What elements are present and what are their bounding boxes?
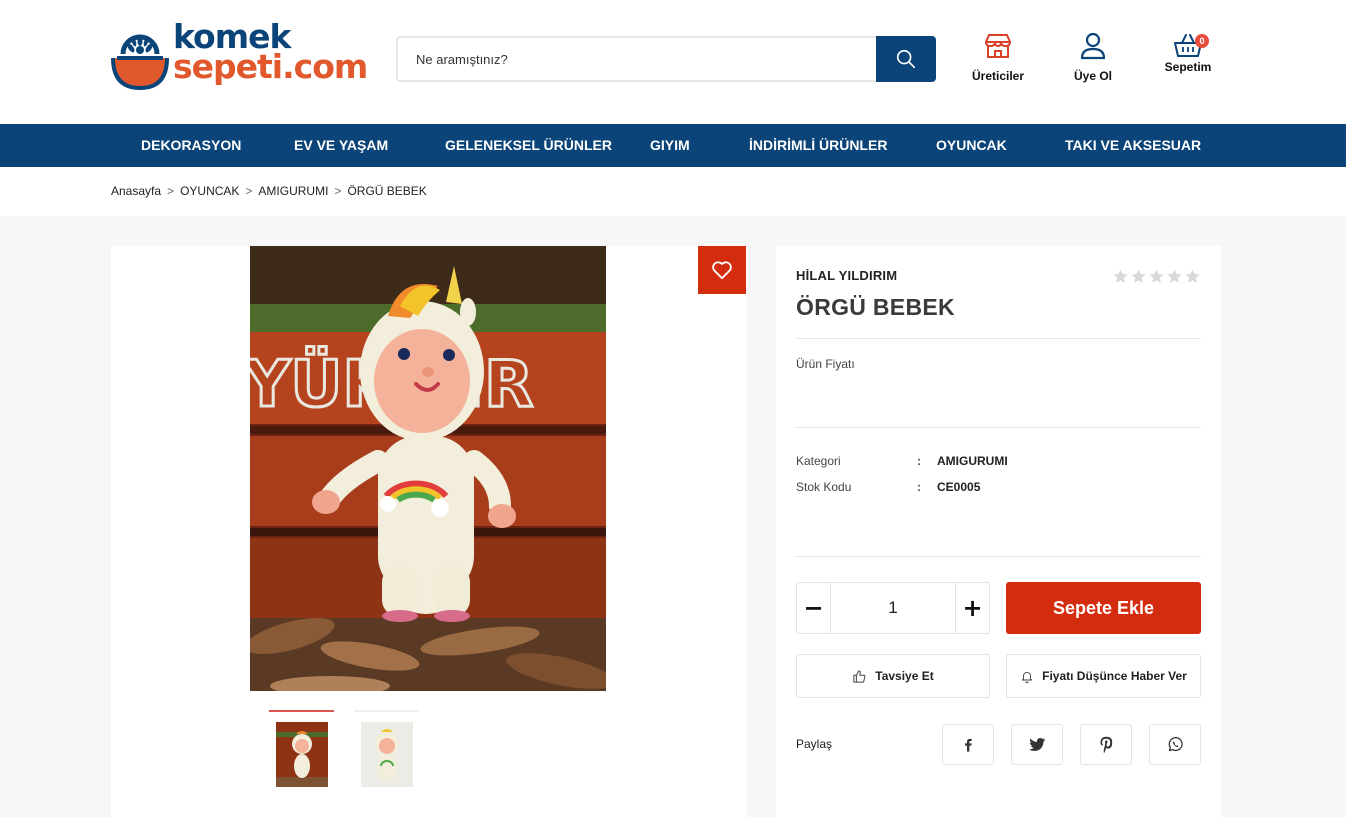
nav-item-geleneksel-urunler[interactable]: GELENEKSEL ÜRÜNLER xyxy=(445,124,612,167)
rating-stars[interactable] xyxy=(1112,268,1202,286)
doll-photo: YÜKS İR xyxy=(250,246,606,691)
price-label: Ürün Fiyatı xyxy=(796,357,855,371)
search-icon xyxy=(896,49,916,69)
sku-colon: : xyxy=(917,480,921,494)
star-icon xyxy=(1149,269,1164,283)
search-button[interactable] xyxy=(876,36,936,82)
signup-link[interactable]: Üye Ol xyxy=(1068,32,1118,83)
share-facebook-button[interactable] xyxy=(942,724,994,765)
divider xyxy=(796,427,1201,428)
cart-link[interactable]: 0 Sepetim xyxy=(1160,32,1216,74)
site-header: komek sepeti.com Üreticiler Üye Ol xyxy=(0,0,1346,124)
thumbnail-1-image xyxy=(276,722,328,787)
quantity-stepper: − + xyxy=(796,582,990,634)
twitter-icon xyxy=(1028,737,1046,751)
nav-item-dekorasyon[interactable]: DEKORASYON xyxy=(141,124,241,167)
nav-item-indirimli-urunler[interactable]: İNDİRİMLİ ÜRÜNLER xyxy=(749,124,887,167)
share-twitter-button[interactable] xyxy=(1011,724,1063,765)
divider xyxy=(796,338,1201,339)
logo-wordmark: komek sepeti.com xyxy=(173,20,368,86)
breadcrumb-separator: > xyxy=(245,184,253,198)
nav-item-taki-ve-aksesuar[interactable]: TAKI VE AKSESUAR xyxy=(1065,124,1201,167)
recommend-button[interactable]: Tavsiye Et xyxy=(796,654,990,698)
quantity-decrease-button[interactable]: − xyxy=(797,583,831,633)
star-icon xyxy=(1167,269,1182,283)
recommend-label: Tavsiye Et xyxy=(875,669,934,683)
share-label: Paylaş xyxy=(796,737,833,751)
main-navigation: DEKORASYON EV VE YAŞAM GELENEKSEL ÜRÜNLE… xyxy=(0,124,1346,167)
product-main-image[interactable]: YÜKS İR xyxy=(250,246,606,691)
site-logo[interactable]: komek sepeti.com xyxy=(111,20,368,94)
cart-count-badge: 0 xyxy=(1195,34,1209,48)
price-alert-label: Fiyatı Düşünce Haber Ver xyxy=(1042,669,1187,683)
category-label: Kategori xyxy=(796,454,841,468)
whatsapp-icon xyxy=(1168,737,1183,752)
product-title: ÖRGÜ BEBEK xyxy=(796,294,955,320)
breadcrumb-separator: > xyxy=(167,184,175,198)
breadcrumb-oyuncak[interactable]: OYUNCAK xyxy=(180,184,239,198)
pinterest-icon xyxy=(1100,736,1112,753)
search-bar xyxy=(396,36,936,82)
facebook-icon xyxy=(965,738,972,752)
seller-name[interactable]: HİLAL YILDIRIM xyxy=(796,268,897,283)
divider xyxy=(796,556,1201,557)
product-gallery: YÜKS İR xyxy=(111,246,746,817)
cart-icon-wrap: 0 xyxy=(1173,32,1209,58)
star-icon xyxy=(1113,269,1128,283)
breadcrumb-home[interactable]: Anasayfa xyxy=(111,184,161,198)
add-to-favorites-button[interactable] xyxy=(698,246,746,294)
price-alert-button[interactable]: Fiyatı Düşünce Haber Ver xyxy=(1006,654,1201,698)
add-to-cart-button[interactable]: Sepete Ekle xyxy=(1006,582,1201,634)
bell-icon xyxy=(1021,671,1033,683)
sku-label: Stok Kodu xyxy=(796,480,852,494)
thumbnail-indicator-active xyxy=(269,710,334,712)
category-row: Kategori : AMIGURUMI xyxy=(796,454,1201,470)
signup-label: Üye Ol xyxy=(1073,69,1112,83)
breadcrumb: Anasayfa > OYUNCAK > AMIGURUMI > ÖRGÜ BEBEK xyxy=(0,167,1346,216)
producers-link[interactable]: Üreticiler xyxy=(968,32,1028,83)
breadcrumb-current: ÖRGÜ BEBEK xyxy=(347,184,427,198)
thumbnail-indicator xyxy=(354,710,419,712)
heart-icon xyxy=(712,261,732,280)
category-colon: : xyxy=(917,454,921,468)
quantity-increase-button[interactable]: + xyxy=(955,583,989,633)
nav-item-oyuncak[interactable]: OYUNCAK xyxy=(936,124,1007,167)
logo-line-sepeti: sepeti.com xyxy=(173,47,368,86)
thumbs-up-icon xyxy=(853,669,866,683)
sku-row: Stok Kodu : CE0005 xyxy=(796,480,1201,496)
share-pinterest-button[interactable] xyxy=(1080,724,1132,765)
producers-label: Üreticiler xyxy=(971,69,1025,83)
breadcrumb-separator: > xyxy=(334,184,342,198)
store-icon xyxy=(985,34,1011,58)
product-info-panel: HİLAL YILDIRIM ÖRGÜ BEBEK Ürün Fiyatı Ka… xyxy=(776,246,1221,817)
category-value[interactable]: AMIGURUMI xyxy=(937,454,1008,468)
user-icon xyxy=(1080,32,1106,60)
thumbnail-1[interactable] xyxy=(276,722,328,787)
star-icon xyxy=(1131,269,1146,283)
nav-item-giyim[interactable]: GIYIM xyxy=(650,124,690,167)
share-whatsapp-button[interactable] xyxy=(1149,724,1201,765)
nav-item-ev-ve-yasam[interactable]: EV VE YAŞAM xyxy=(294,124,388,167)
search-input[interactable] xyxy=(396,36,878,82)
sku-value: CE0005 xyxy=(937,480,981,494)
thumbnail-2-image xyxy=(361,722,413,787)
quantity-input[interactable] xyxy=(831,583,955,633)
basket-logo-icon xyxy=(111,34,169,90)
breadcrumb-amigurumi[interactable]: AMIGURUMI xyxy=(258,184,328,198)
cart-label: Sepetim xyxy=(1164,60,1212,74)
star-icon xyxy=(1185,269,1200,283)
thumbnail-2[interactable] xyxy=(361,722,413,787)
